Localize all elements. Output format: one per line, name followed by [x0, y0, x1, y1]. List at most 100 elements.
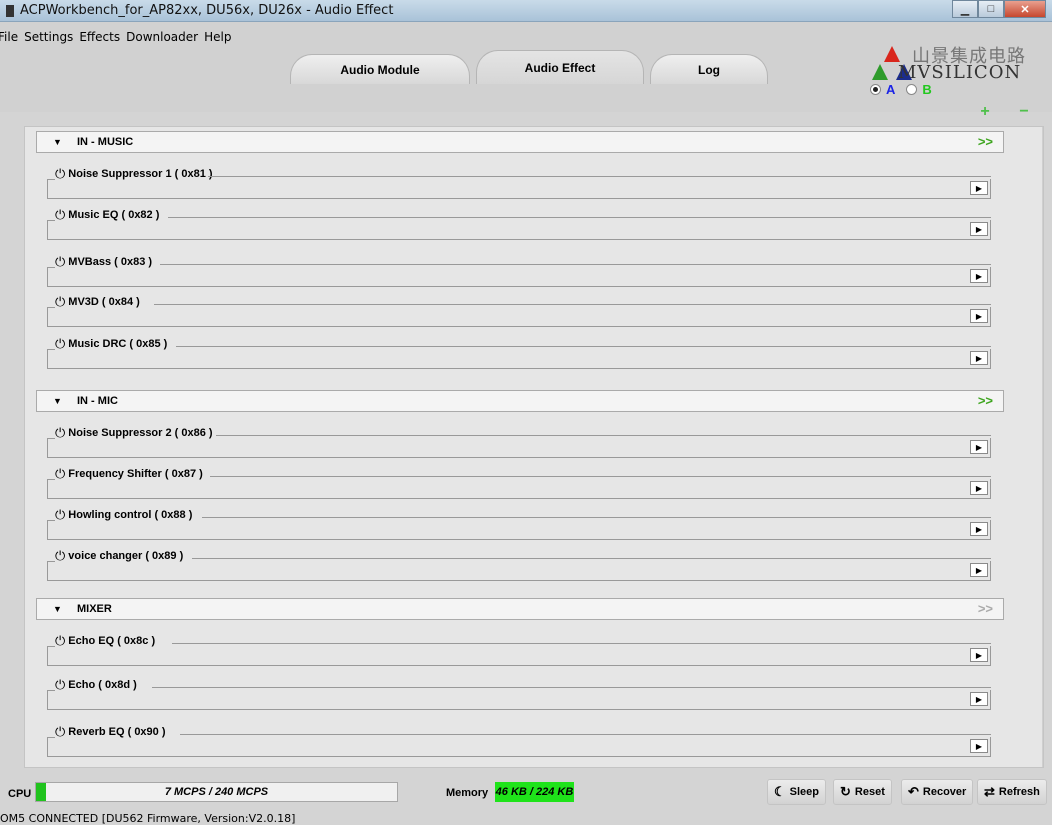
double-chevron-icon[interactable]: >> — [978, 601, 993, 616]
expand-arrow-button[interactable]: ▶ — [970, 648, 988, 662]
power-icon[interactable]: ⏻ — [55, 467, 65, 480]
company-logo: 山景集成电路 MVSILICON — [868, 42, 1048, 83]
status-area: CPU 7 MCPS / 240 MCPS Memory 46 KB / 224… — [0, 770, 1052, 825]
undo-arrow-icon: ↶ — [908, 784, 919, 799]
power-icon[interactable]: ⏻ — [55, 508, 65, 521]
title-bar: ACPWorkbench_for_AP82xx, DU56x, DU26x - … — [0, 0, 1052, 22]
header: File Settings Effects Downloader Help Au… — [0, 22, 1052, 112]
module-howling-control: ⏻ Howling control ( 0x88 ) ▶ — [47, 508, 991, 540]
module-mvbass: ⏻ MVBass ( 0x83 ) ▶ — [47, 255, 991, 287]
profile-b-label: B — [922, 82, 932, 97]
power-icon[interactable]: ⏻ — [55, 337, 65, 350]
collapse-triangle-icon: ▼ — [53, 137, 62, 147]
window-title: ACPWorkbench_for_AP82xx, DU56x, DU26x - … — [20, 3, 394, 18]
module-name: MV3D ( 0x84 ) — [68, 295, 140, 308]
cpu-label: CPU — [8, 788, 32, 800]
tab-audio-effect[interactable]: Audio Effect — [476, 50, 644, 84]
module-reverb-eq: ⏻ Reverb EQ ( 0x90 ) ▶ — [47, 725, 991, 757]
group-header-in-music[interactable]: ▼ IN - MUSIC >> — [36, 131, 1004, 153]
module-echo: ⏻ Echo ( 0x8d ) ▶ — [47, 678, 991, 710]
module-name: voice changer ( 0x89 ) — [68, 549, 184, 562]
expand-arrow-button[interactable]: ▶ — [970, 692, 988, 706]
module-echo-eq: ⏻ Echo EQ ( 0x8c ) ▶ — [47, 634, 991, 666]
menu-effects[interactable]: Effects — [76, 30, 123, 44]
module-mv3d: ⏻ MV3D ( 0x84 ) ▶ — [47, 295, 991, 327]
collapse-triangle-icon: ▼ — [53, 396, 62, 406]
module-name: MVBass ( 0x83 ) — [68, 255, 153, 268]
refresh-icon: ⇄ — [984, 784, 995, 799]
logo-english-text: MVSILICON — [898, 62, 1022, 83]
power-icon[interactable]: ⏻ — [55, 426, 65, 439]
group-header-in-mic[interactable]: ▼ IN - MIC >> — [36, 390, 1004, 412]
profile-selector: A B — [870, 82, 932, 97]
module-frequency-shifter: ⏻ Frequency Shifter ( 0x87 ) ▶ — [47, 467, 991, 499]
moon-icon: ☾ — [774, 784, 786, 799]
power-icon[interactable]: ⏻ — [55, 295, 65, 308]
refresh-button[interactable]: ⇄ Refresh — [977, 779, 1047, 805]
expand-arrow-button[interactable]: ▶ — [970, 522, 988, 536]
expand-arrow-button[interactable]: ▶ — [970, 181, 988, 195]
power-icon[interactable]: ⏻ — [55, 678, 65, 691]
window-controls: ▁ □ ✕ — [952, 0, 1046, 18]
power-icon[interactable]: ⏻ — [55, 167, 65, 180]
module-noise-suppressor-2: ⏻ Noise Suppressor 2 ( 0x86 ) ▶ — [47, 426, 991, 458]
group-title: IN - MUSIC — [77, 136, 134, 148]
power-icon[interactable]: ⏻ — [55, 208, 65, 221]
power-icon[interactable]: ⏻ — [55, 255, 65, 268]
module-name: Music DRC ( 0x85 ) — [68, 337, 168, 350]
menu-help[interactable]: Help — [201, 30, 234, 44]
module-name: Music EQ ( 0x82 ) — [68, 208, 160, 221]
app-icon — [6, 5, 14, 17]
module-name: Noise Suppressor 1 ( 0x81 ) — [68, 167, 213, 180]
module-name: Howling control ( 0x88 ) — [68, 508, 193, 521]
module-music-drc: ⏻ Music DRC ( 0x85 ) ▶ — [47, 337, 991, 369]
connection-status: OM5 CONNECTED [DU562 Firmware, Version:V… — [0, 812, 296, 825]
menu-downloader[interactable]: Downloader — [123, 30, 201, 44]
recover-button[interactable]: ↶ Recover — [901, 779, 974, 805]
group-header-mixer[interactable]: ▼ MIXER >> — [36, 598, 1004, 620]
profile-a-radio[interactable] — [870, 84, 881, 95]
module-name: Echo ( 0x8d ) — [68, 678, 137, 691]
expand-arrow-button[interactable]: ▶ — [970, 309, 988, 323]
double-chevron-icon[interactable]: >> — [978, 134, 993, 149]
expand-arrow-button[interactable]: ▶ — [970, 269, 988, 283]
vertical-scrollbar[interactable]: ▲ ≡ ▼ — [1042, 127, 1043, 767]
add-button[interactable]: + — [971, 100, 999, 124]
profile-b-radio[interactable] — [906, 84, 918, 95]
power-icon[interactable]: ⏻ — [55, 725, 65, 738]
sleep-button[interactable]: ☾ Sleep — [767, 779, 827, 805]
tab-audio-module[interactable]: Audio Module — [290, 54, 470, 84]
memory-usage-value: 46 KB / 224 KB — [495, 782, 574, 802]
group-title: IN - MIC — [77, 395, 118, 407]
expand-arrow-button[interactable]: ▶ — [970, 351, 988, 365]
menu-file[interactable]: File — [0, 30, 21, 44]
double-chevron-icon[interactable]: >> — [978, 393, 993, 408]
reset-icon: ↻ — [840, 784, 851, 799]
collapse-triangle-icon: ▼ — [53, 604, 62, 614]
module-name: Echo EQ ( 0x8c ) — [68, 634, 156, 647]
module-name: Reverb EQ ( 0x90 ) — [68, 725, 166, 738]
menu-settings[interactable]: Settings — [21, 30, 76, 44]
expand-arrow-button[interactable]: ▶ — [970, 222, 988, 236]
expand-arrow-button[interactable]: ▶ — [970, 739, 988, 753]
menu-bar: File Settings Effects Downloader Help — [0, 30, 234, 44]
close-button[interactable]: ✕ — [1004, 0, 1046, 18]
cpu-usage-text: 7 MCPS / 240 MCPS — [164, 786, 269, 798]
expand-arrow-button[interactable]: ▶ — [970, 440, 988, 454]
power-icon[interactable]: ⏻ — [55, 549, 65, 562]
tab-log[interactable]: Log — [650, 54, 768, 84]
expand-arrow-button[interactable]: ▶ — [970, 481, 988, 495]
memory-label: Memory — [446, 787, 489, 799]
group-title: MIXER — [77, 603, 112, 615]
reset-button[interactable]: ↻ Reset — [833, 779, 892, 805]
minimize-button[interactable]: ▁ — [952, 0, 978, 18]
effects-panel: ▼ IN - MUSIC >> ⏻ Noise Suppressor 1 ( 0x… — [24, 126, 1044, 768]
expand-arrow-button[interactable]: ▶ — [970, 563, 988, 577]
remove-button[interactable]: − — [1010, 100, 1038, 124]
module-name: Frequency Shifter ( 0x87 ) — [68, 467, 203, 480]
power-icon[interactable]: ⏻ — [55, 634, 65, 647]
module-name: Noise Suppressor 2 ( 0x86 ) — [68, 426, 213, 439]
module-noise-suppressor-1: ⏻ Noise Suppressor 1 ( 0x81 ) ▶ — [47, 167, 991, 199]
maximize-button[interactable]: □ — [978, 0, 1004, 18]
module-music-eq: ⏻ Music EQ ( 0x82 ) ▶ — [47, 208, 991, 240]
